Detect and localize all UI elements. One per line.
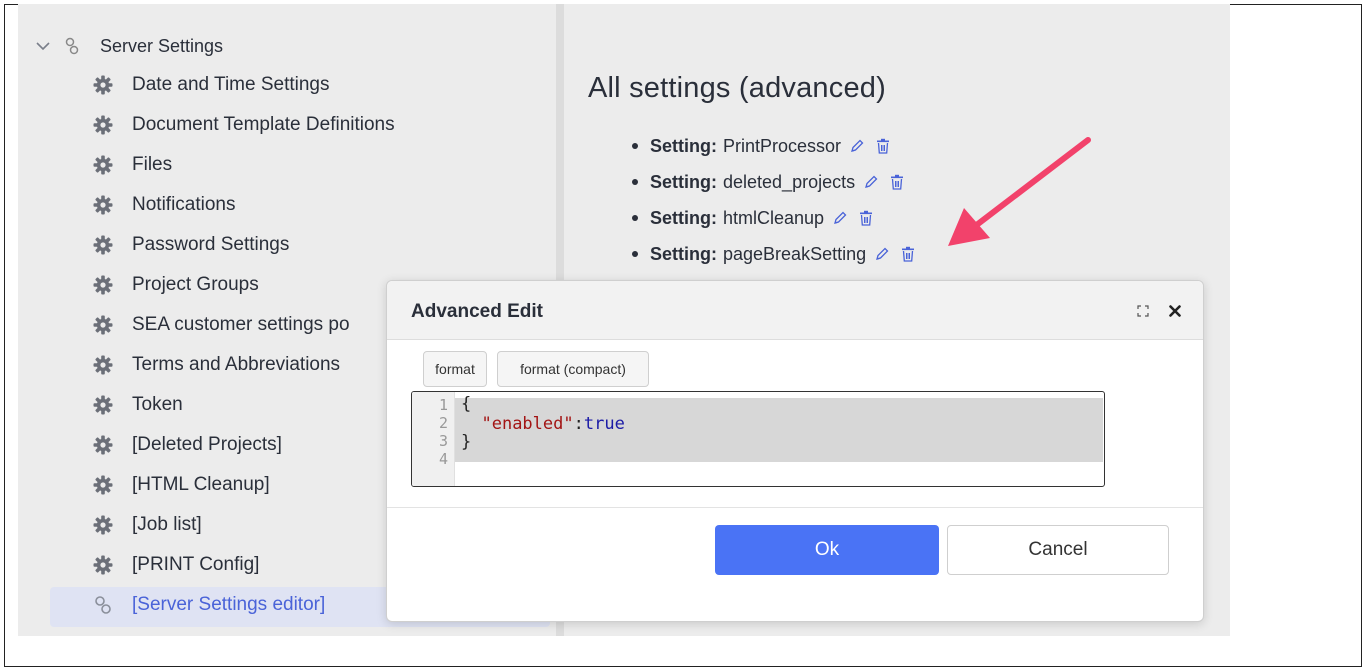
tree-item[interactable]: Token — [92, 392, 183, 418]
code-line-2: "enabled":true — [461, 414, 625, 434]
setting-prefix: Setting: — [650, 207, 717, 228]
page-title: All settings (advanced) — [588, 72, 886, 104]
dialog-divider — [387, 507, 1203, 508]
line-number: 1 — [438, 396, 448, 414]
code-key: "enabled" — [481, 414, 574, 434]
tree-item[interactable]: Document Template Definitions — [92, 112, 395, 138]
tree-item[interactable]: Files — [92, 152, 172, 178]
expand-icon[interactable] — [1135, 303, 1151, 319]
pencil-icon[interactable] — [861, 172, 881, 192]
pencil-icon[interactable] — [872, 244, 892, 264]
gear-icon — [92, 194, 114, 216]
setting-item: Setting: PrintProcessor — [632, 134, 893, 158]
bullet — [632, 179, 638, 185]
gear-icon — [92, 474, 114, 496]
gear-icon — [92, 274, 114, 296]
tree-item[interactable]: Date and Time Settings — [92, 72, 330, 98]
tree-item-label: [PRINT Config] — [132, 554, 260, 575]
setting-prefix: Setting: — [650, 243, 717, 264]
tree-item[interactable]: Terms and Abbreviations — [92, 352, 340, 378]
dialog-header: Advanced Edit — [387, 281, 1203, 340]
tree-item-label: [Server Settings editor] — [132, 594, 326, 615]
tree-item-label: Date and Time Settings — [132, 74, 330, 95]
bullet — [632, 215, 638, 221]
gear-icon — [92, 434, 114, 456]
tree-item-label: Project Groups — [132, 274, 259, 295]
setting-name: PrintProcessor — [723, 135, 842, 156]
tree-item[interactable]: [PRINT Config] — [92, 552, 259, 578]
setting-item: Setting: pageBreakSetting — [632, 242, 918, 266]
line-number: 4 — [438, 450, 448, 468]
trash-icon[interactable] — [898, 244, 918, 264]
advanced-edit-dialog: Advanced Edit format format (compact) 1 … — [386, 280, 1204, 622]
gear-icon — [92, 154, 114, 176]
pencil-icon[interactable] — [830, 208, 850, 228]
gear-icon — [92, 74, 114, 96]
tree-item-label: Password Settings — [132, 234, 290, 255]
tree-item[interactable]: [HTML Cleanup] — [92, 472, 270, 498]
trash-icon[interactable] — [887, 172, 907, 192]
setting-name: pageBreakSetting — [723, 243, 867, 264]
line-number: 3 — [438, 432, 448, 450]
tree-root-server-settings[interactable]: Server Settings — [36, 34, 223, 58]
tree-item[interactable]: Notifications — [92, 192, 236, 218]
code-token: } — [461, 432, 472, 452]
trash-icon[interactable] — [873, 136, 893, 156]
tree-item[interactable]: [Job list] — [92, 512, 202, 538]
gears-icon — [62, 36, 82, 56]
tree-item-label: [HTML Cleanup] — [132, 474, 270, 495]
code-token: { — [461, 394, 472, 414]
code-line-1: { — [461, 394, 471, 414]
tree-item-label: [Deleted Projects] — [132, 434, 282, 455]
tree-item-label: [Job list] — [132, 514, 202, 535]
bullet — [632, 143, 638, 149]
code-value: true — [583, 414, 625, 434]
code-line-3: } — [461, 432, 471, 452]
ok-button[interactable]: Ok — [715, 525, 939, 575]
gear-icon — [92, 554, 114, 576]
code-colon: : — [573, 414, 584, 434]
gear-icon — [92, 514, 114, 536]
setting-prefix: Setting: — [650, 171, 717, 192]
annotation-arrow — [948, 137, 1091, 246]
tree-item[interactable]: Password Settings — [92, 232, 289, 258]
gear-icon — [92, 354, 114, 376]
setting-name: deleted_projects — [723, 171, 856, 192]
tree-item-label: SEA customer settings po — [132, 314, 350, 335]
setting-item: Setting: htmlCleanup — [632, 206, 876, 230]
bullet — [632, 251, 638, 257]
gear-icon — [92, 114, 114, 136]
line-number-gutter: 1 2 3 4 — [412, 392, 455, 486]
trash-icon[interactable] — [856, 208, 876, 228]
format-compact-button[interactable]: format (compact) — [497, 351, 649, 387]
setting-item: Setting: deleted_projects — [632, 170, 907, 194]
tree-item-label: Token — [132, 394, 183, 415]
chevron-down-icon[interactable] — [36, 38, 50, 54]
tree-item[interactable]: [Server Settings editor] — [92, 592, 325, 618]
tree-item[interactable]: SEA customer settings po — [92, 312, 350, 338]
tree-item-label: Files — [132, 154, 173, 175]
dialog-title: Advanced Edit — [411, 301, 543, 322]
cancel-button[interactable]: Cancel — [947, 525, 1169, 575]
tree-item-label: Notifications — [132, 194, 236, 215]
close-icon[interactable] — [1167, 303, 1183, 319]
gear-icon — [92, 314, 114, 336]
tree-item-label: Document Template Definitions — [132, 114, 395, 135]
tree-item-label: Terms and Abbreviations — [132, 354, 341, 375]
tree-item[interactable]: [Deleted Projects] — [92, 432, 282, 458]
tree-item[interactable]: Project Groups — [92, 272, 259, 298]
json-code-editor[interactable]: 1 2 3 4 { "enabled":true } — [411, 391, 1105, 487]
line-number: 2 — [438, 414, 448, 432]
tree-root-label: Server Settings — [100, 35, 224, 56]
setting-name: htmlCleanup — [723, 207, 825, 228]
setting-prefix: Setting: — [650, 135, 717, 156]
gear-icon — [92, 394, 114, 416]
gears-icon — [92, 594, 114, 616]
format-button[interactable]: format — [423, 351, 487, 387]
gear-icon — [92, 234, 114, 256]
pencil-icon[interactable] — [847, 136, 867, 156]
